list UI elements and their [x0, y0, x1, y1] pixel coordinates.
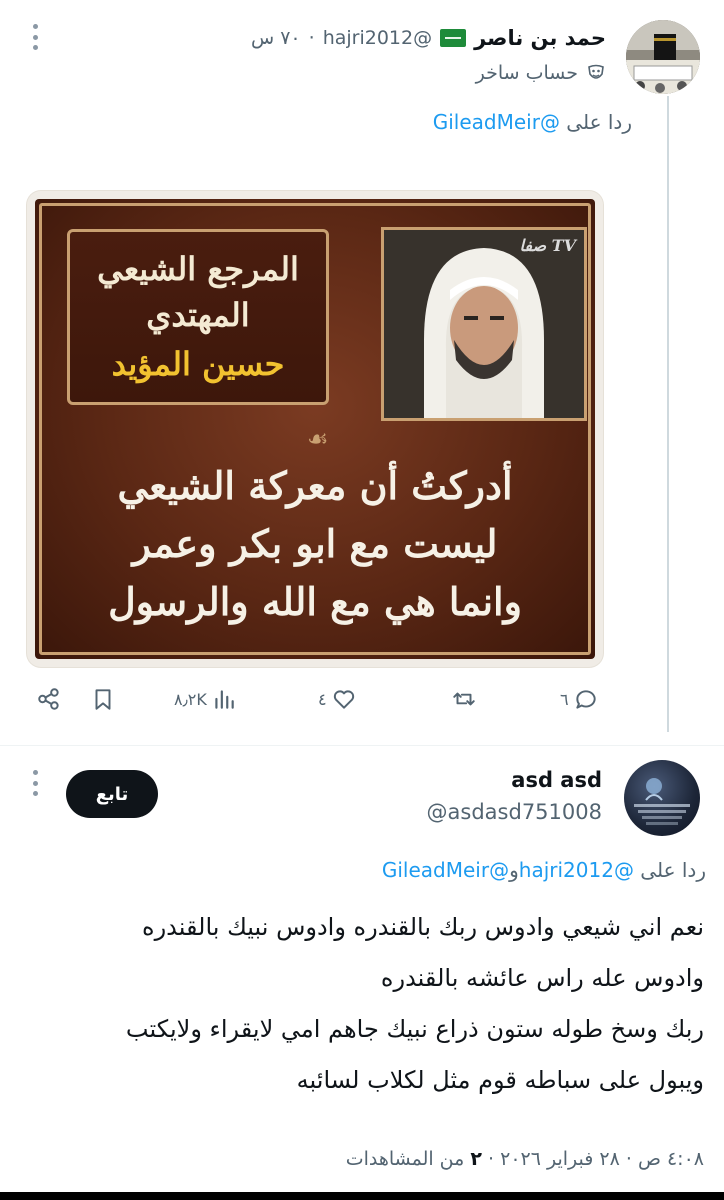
- views-count: ٢: [470, 1148, 482, 1170]
- bottom-edge-bar: [0, 1192, 724, 1200]
- ornament-glyph: ☙: [307, 425, 329, 453]
- image-background: المرجع الشيعي المهتدي حسين المؤيد صفا TV…: [35, 199, 595, 659]
- thread-connector-line: [667, 96, 669, 732]
- replying-joiner: و: [509, 858, 519, 882]
- tv-logo: صفا TV: [519, 236, 576, 255]
- image-title-name: حسين المؤيد: [111, 345, 285, 383]
- avatar[interactable]: [624, 760, 700, 836]
- parody-label: حساب ساخر: [476, 62, 606, 84]
- bookmark-button[interactable]: [90, 686, 116, 712]
- portrait-photo: صفا TV: [381, 227, 587, 421]
- mention-link[interactable]: @hajri2012: [519, 858, 634, 882]
- meta-separator: ·: [488, 1148, 495, 1170]
- views-icon: [215, 690, 234, 709]
- meta-separator: ·: [625, 1148, 632, 1170]
- replying-prefix: ردا على: [640, 858, 706, 882]
- reply-button[interactable]: ٦: [560, 686, 599, 712]
- follow-button[interactable]: تابع: [66, 770, 158, 818]
- views-button[interactable]: ٨٫٢K: [174, 686, 237, 712]
- meta-date[interactable]: ٢٨ فبراير ٢٠٢٦: [500, 1148, 620, 1170]
- reply-count: ٦: [560, 689, 569, 709]
- repost-icon: [453, 692, 475, 706]
- more-options-icon[interactable]: [30, 24, 40, 50]
- views-count: ٨٫٢K: [174, 689, 207, 709]
- like-button[interactable]: ٤: [318, 686, 357, 712]
- tweet-actions: ٦ ٤ ٨٫٢K: [0, 686, 724, 726]
- image-title-line: المهتدي: [146, 296, 250, 334]
- display-name[interactable]: حمد بن ناصر: [474, 26, 606, 50]
- share-icon: [38, 688, 59, 710]
- share-button[interactable]: [36, 686, 62, 712]
- timestamp[interactable]: ٧٠ س: [251, 27, 301, 49]
- display-name[interactable]: asd asd: [511, 768, 602, 792]
- tweet-body-line: ويبول على سباطه قوم مثل لكلاب لسائبه: [296, 1066, 704, 1094]
- handle[interactable]: @hajri2012: [323, 27, 432, 49]
- replying-to: ردا على @hajri2012و@GileadMeir: [382, 858, 706, 882]
- meta-time[interactable]: ٤:٠٨ ص: [638, 1148, 704, 1170]
- image-quote: أدركتُ أن معركة الشيعي ليست مع ابو بكر و…: [55, 457, 575, 631]
- tweet-header: حمد بن ناصر @hajri2012 · ٧٠ س: [251, 26, 606, 50]
- repost-button[interactable]: [450, 686, 482, 712]
- handle[interactable]: @asdasd751008: [427, 800, 602, 824]
- mention-link[interactable]: @GileadMeir: [382, 858, 509, 882]
- parody-mask-icon: [586, 63, 606, 83]
- tweet-body: نعم اني شيعي وادوس ربك بالقندره وادوس نب…: [14, 902, 704, 1106]
- image-title-box: المرجع الشيعي المهتدي حسين المؤيد: [67, 229, 329, 405]
- separator-dot: ·: [308, 27, 315, 49]
- parody-label-text: حساب ساخر: [475, 62, 578, 84]
- mention-link[interactable]: @GileadMeir: [433, 110, 560, 134]
- bookmark-icon: [95, 689, 111, 710]
- like-count: ٤: [318, 689, 327, 709]
- like-icon: [333, 690, 354, 709]
- tweet-meta: ٤:٠٨ ص · ٢٨ فبراير ٢٠٢٦ · ٢ من المشاهدات: [346, 1148, 704, 1170]
- image-quote-line: أدركتُ أن معركة الشيعي: [117, 463, 513, 508]
- views-label: من المشاهدات: [345, 1148, 465, 1170]
- flag-icon: [440, 29, 467, 47]
- image-title-line: المرجع الشيعي: [97, 250, 299, 288]
- image-quote-line: ليست مع ابو بكر وعمر: [132, 521, 498, 566]
- replying-prefix: ردا على: [566, 110, 632, 134]
- reply-icon: [575, 690, 596, 709]
- avatar[interactable]: [626, 20, 700, 94]
- image-quote-line: وانما هي مع الله والرسول: [108, 579, 522, 624]
- replying-to: ردا على @GileadMeir: [433, 110, 632, 134]
- more-options-icon[interactable]: [30, 770, 40, 796]
- tweet-body-line: وادوس عله راس عائشه بالقندره: [380, 964, 704, 992]
- tweet-divider: [0, 745, 724, 746]
- tweet-body-line: نعم اني شيعي وادوس ربك بالقندره وادوس نب…: [142, 913, 704, 941]
- tweet-image[interactable]: المرجع الشيعي المهتدي حسين المؤيد صفا TV…: [27, 191, 603, 667]
- tweet-body-line: ربك وسخ طوله ستون ذراع نبيك جاهم امي لاي…: [125, 1015, 704, 1043]
